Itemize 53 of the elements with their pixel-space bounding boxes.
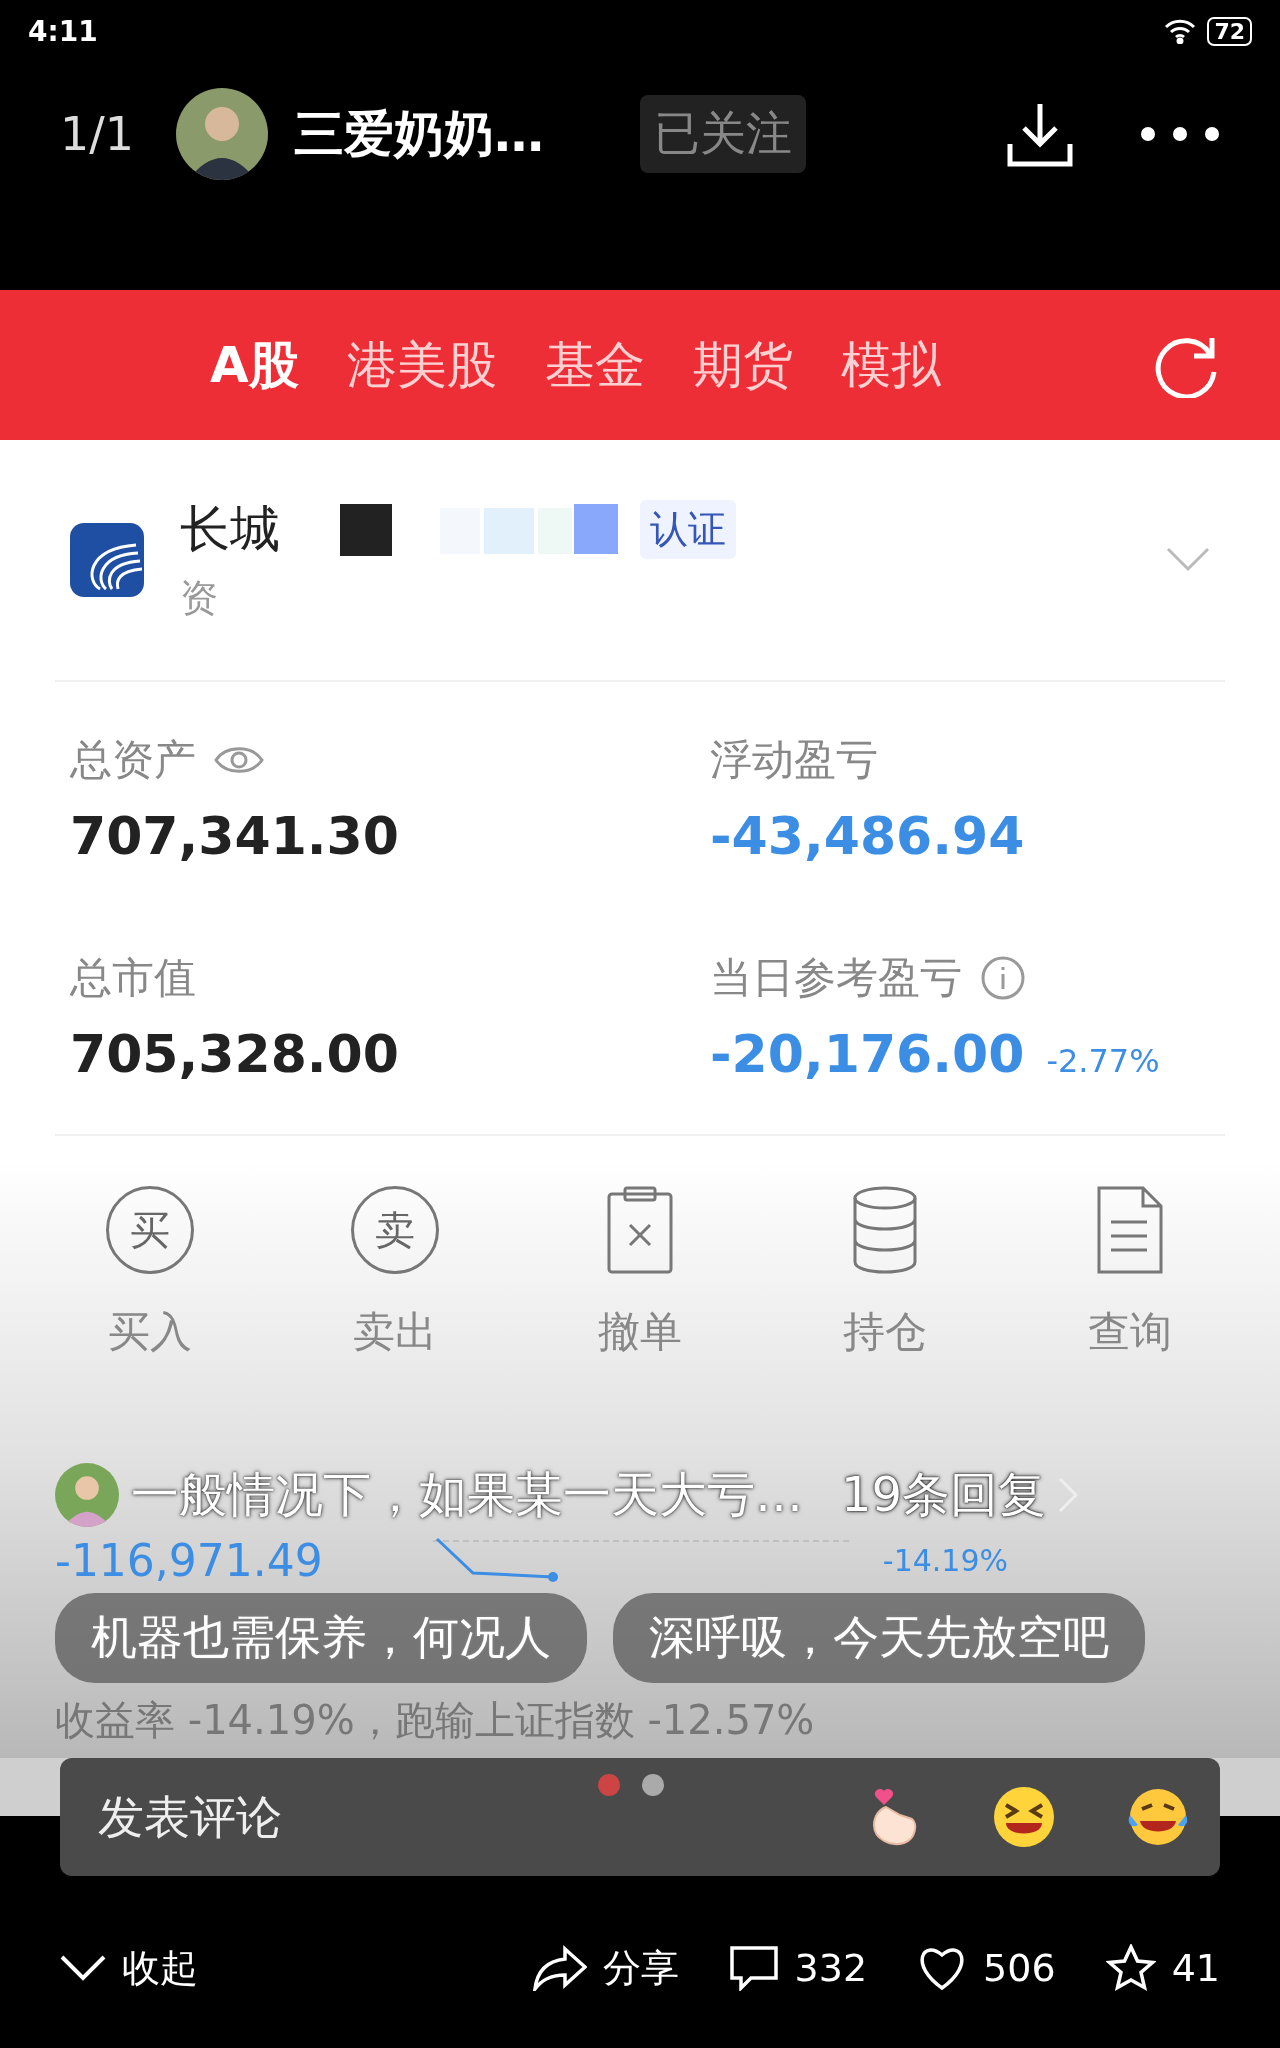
wifi-icon <box>1163 18 1198 44</box>
character-icon: 买 <box>106 1186 194 1274</box>
stat-label: 总市值 <box>70 952 196 1004</box>
clipboard-icon <box>607 1186 673 1274</box>
favorite-button[interactable]: 41 <box>1105 1944 1220 1992</box>
chevron-down-icon <box>60 1955 106 1981</box>
stat-value: -43,486.94 <box>710 806 1025 866</box>
comments-button[interactable]: 332 <box>728 1945 868 1991</box>
character-icon: 卖 <box>351 1186 439 1274</box>
market-tab[interactable]: 模拟 <box>840 331 941 399</box>
page-counter: 1/1 <box>60 107 136 161</box>
market-tab[interactable]: 期货 <box>692 331 793 399</box>
share-button[interactable]: 分享 <box>532 1942 679 1994</box>
stat-label: 浮动盈亏 <box>710 734 878 786</box>
comment-icon <box>728 1945 779 1991</box>
comment-box[interactable]: 发表评论 <box>60 1758 1220 1876</box>
trade-action[interactable]: 持仓 <box>810 1186 960 1360</box>
quick-reply-chip[interactable]: 深呼吸，今天先放空吧 <box>613 1593 1145 1683</box>
comment-text: 一般情况下，如果某一天大亏… <box>131 1465 803 1524</box>
trade-action[interactable]: 买 买入 <box>75 1186 225 1360</box>
trade-action[interactable]: 卖 卖出 <box>320 1186 470 1360</box>
market-tab[interactable]: 基金 <box>544 331 645 399</box>
account-name: 长城 <box>180 499 280 560</box>
database-icon <box>852 1186 918 1274</box>
broker-logo-icon <box>70 523 144 597</box>
like-button[interactable]: 506 <box>917 1945 1056 1991</box>
stat-value: -20,176.00 <box>710 1024 1025 1084</box>
stat-value: 707,341.30 <box>70 806 399 866</box>
star-icon <box>1105 1944 1156 1992</box>
follow-button[interactable]: 已关注 <box>640 95 806 173</box>
stat-label: 总资产 <box>70 734 196 786</box>
status-time: 4:11 <box>28 14 98 48</box>
author-name: 三爱奶奶… <box>294 103 545 165</box>
trade-action[interactable]: 撤单 <box>565 1186 715 1360</box>
chart-label: -14.19% <box>882 1542 1009 1578</box>
stat-label: 当日参考盈亏 <box>710 952 962 1004</box>
change-percent: -2.77% <box>1046 1042 1160 1080</box>
info-icon[interactable] <box>980 955 1026 1001</box>
more-icon[interactable] <box>1140 126 1220 142</box>
account-subtitle: 资 <box>180 575 219 622</box>
laughing-face-icon <box>992 1785 1056 1849</box>
verified-badge: 认证 <box>640 500 736 559</box>
return-summary: 收益率 -14.19%，跑输上证指数 -12.57% <box>55 1696 816 1745</box>
market-tab[interactable]: 港美股 <box>346 331 497 399</box>
stat-value: 705,328.00 <box>70 1024 399 1084</box>
trade-action[interactable]: 查询 <box>1055 1186 1205 1360</box>
profit-value: -116,971.49 <box>55 1534 323 1586</box>
battery-level: 72 <box>1207 16 1252 46</box>
document-icon <box>1097 1186 1163 1274</box>
share-icon <box>532 1945 587 1991</box>
market-tab[interactable]: A股 <box>210 331 299 399</box>
quick-reply-chip[interactable]: 机器也需保养，何况人 <box>55 1593 587 1683</box>
collapse-button[interactable]: 收起 <box>60 1942 198 1994</box>
